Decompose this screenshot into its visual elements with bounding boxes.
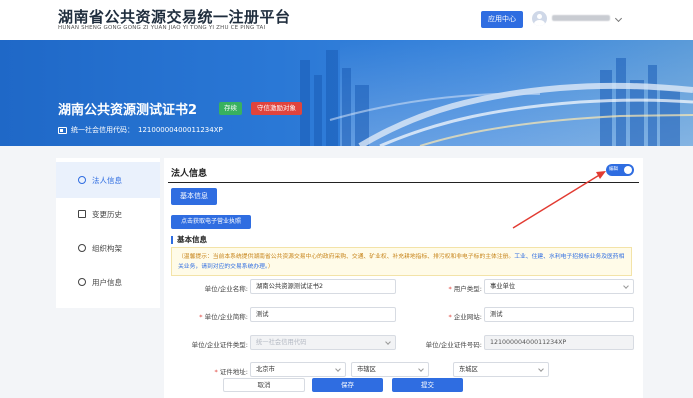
chevron-down-icon <box>623 283 629 289</box>
user-type-label: * 用户类型: <box>448 285 482 293</box>
short-name-label: * 单位/企业简称: <box>199 313 248 321</box>
sidebar-item-label: 用户信息 <box>92 277 122 287</box>
title-divider <box>168 182 639 183</box>
sidebar-item-org-structure[interactable]: 组织构架 <box>56 230 160 266</box>
platform-title: 湖南省公共资源交易统一注册平台 <box>58 8 291 26</box>
website-label: * 企业网站: <box>448 313 482 321</box>
notice-text: （温馨提示：当前本系统提供湖南省公共资源交易中心的政府采购、交通、矿业权、补充耕… <box>178 254 515 260</box>
legal-info-panel: 法人信息 编辑 基本信息 点击获取电子营业执照 基本信息 （温馨提示：当前本系统… <box>164 158 643 398</box>
address-label: * 证件地址: <box>214 368 248 376</box>
sidebar-item-change-history[interactable]: 变更历史 <box>56 196 160 232</box>
platform-subtitle: HUNAN SHENG GONG GONG ZI YUAN JIAO YI TO… <box>58 25 266 31</box>
org-icon <box>78 244 86 252</box>
edit-toggle[interactable]: 编辑 <box>606 164 634 176</box>
top-header: 湖南省公共资源交易统一注册平台 HUNAN SHENG GONG GONG ZI… <box>0 0 693 40</box>
id-card-icon <box>58 126 67 134</box>
app-center-button[interactable]: 应用中心 <box>481 11 523 28</box>
user-type-select[interactable]: 事业单位 <box>484 279 634 294</box>
tab-basic-info[interactable]: 基本信息 <box>171 188 217 205</box>
sidebar-item-label: 组织构架 <box>92 243 122 253</box>
cert-no-field: 12100000400011234XP <box>484 335 634 350</box>
chevron-down-icon <box>418 366 424 372</box>
sidebar-item-user-info[interactable]: 用户信息 <box>56 264 160 300</box>
section-title: 基本信息 <box>171 236 207 244</box>
certificate-banner: 湖南公共资源测试证书2 存续 守信激励对象 统一社会信用代码： 12100000… <box>0 40 693 146</box>
chevron-down-icon[interactable] <box>614 14 623 23</box>
cert-no-label: 单位/企业证件号码: <box>425 341 482 349</box>
fetch-license-button[interactable]: 点击获取电子营业执照 <box>171 215 251 229</box>
city-select[interactable]: 市辖区 <box>351 362 429 377</box>
sidebar: 法人信息 变更历史 组织构架 用户信息 <box>56 158 160 308</box>
org-name-field[interactable]: 湖南公共资源测试证书2 <box>250 279 396 294</box>
status-badge: 存续 <box>219 102 242 115</box>
credit-badge: 守信激励对象 <box>251 102 302 115</box>
cert-type-select: 统一社会信用代码 <box>250 335 396 350</box>
edit-toggle-label: 编辑 <box>609 167 618 172</box>
chevron-down-icon <box>385 339 391 345</box>
credit-code-row: 统一社会信用代码： 12100000400011234XP <box>58 125 223 135</box>
short-name-field[interactable]: 测试 <box>250 307 396 322</box>
org-name-label: 单位/企业名称: <box>204 285 248 293</box>
sidebar-item-label: 法人信息 <box>92 175 122 185</box>
notice-end: ） <box>267 264 274 270</box>
username-blurred[interactable] <box>552 15 610 21</box>
website-field[interactable]: 测试 <box>484 307 634 322</box>
credit-code-value: 12100000400011234XP <box>138 126 223 134</box>
chevron-down-icon <box>335 366 341 372</box>
cancel-button[interactable]: 取消 <box>223 378 305 392</box>
province-select[interactable]: 北京市 <box>250 362 346 377</box>
page-title: 法人信息 <box>171 169 208 179</box>
credit-code-label: 统一社会信用代码： <box>71 126 134 134</box>
history-icon <box>78 210 86 218</box>
toggle-knob <box>624 166 632 174</box>
user-icon <box>78 278 86 286</box>
notice-box: （温馨提示：当前本系统提供湖南省公共资源交易中心的政府采购、交通、矿业权、补充耕… <box>171 247 632 276</box>
sidebar-item-label: 变更历史 <box>92 209 122 219</box>
cert-type-label: 单位/企业证件类型: <box>191 341 248 349</box>
submit-button[interactable]: 提交 <box>392 378 463 392</box>
district-select[interactable]: 东城区 <box>453 362 549 377</box>
chevron-down-icon <box>538 366 544 372</box>
avatar[interactable] <box>532 11 547 26</box>
sidebar-item-legal-info[interactable]: 法人信息 <box>56 162 160 198</box>
save-button[interactable]: 保存 <box>312 378 383 392</box>
certificate-title: 湖南公共资源测试证书2 <box>58 103 198 118</box>
person-icon <box>78 176 86 184</box>
